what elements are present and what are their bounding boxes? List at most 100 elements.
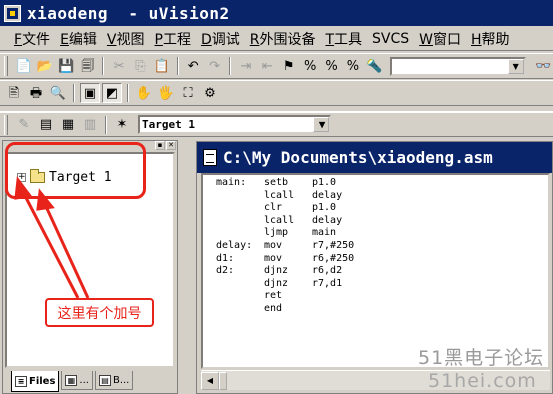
binoculars-icon[interactable]: 👓: [534, 56, 553, 76]
bookmark-toggle-icon[interactable]: ⚑: [279, 56, 298, 76]
code-label: delay:: [216, 239, 253, 251]
copy-icon[interactable]: ⎘: [131, 56, 150, 76]
file-toolbar: 📄 📂 💾 🗐 ✂ ⎘ 📋 ↶ ↷ ⇥ ⇤ ⚑ % % % 🔦 ▼ 👓: [0, 53, 553, 79]
code-mnemonic: lcall: [264, 189, 295, 201]
redo-icon[interactable]: ↷: [205, 56, 224, 76]
indent-icon[interactable]: ⇥: [236, 56, 255, 76]
code-line: lcall delay: [216, 215, 548, 228]
uvision-app-icon[interactable]: [4, 4, 21, 22]
project-window-icon[interactable]: ▣: [80, 83, 100, 103]
menu-debug[interactable]: D调试: [199, 28, 242, 50]
translate-icon[interactable]: ✎: [14, 115, 34, 135]
code-operands: main: [312, 227, 337, 239]
window-title: xiaodeng - uVision2: [27, 3, 230, 23]
code-line: end: [216, 303, 548, 316]
code-line: d2: djnz r6,d2: [216, 265, 548, 278]
build-target-icon[interactable]: ▤: [36, 115, 56, 135]
toolbar-separator: [102, 57, 105, 75]
print-preview-icon[interactable]: 🖹: [4, 83, 24, 103]
code-operands: p1.0: [312, 202, 337, 214]
code-line: clr p1.0: [216, 202, 548, 215]
cut-icon[interactable]: ✂: [109, 56, 128, 76]
code-mnemonic: clr: [264, 202, 283, 214]
find-combobox[interactable]: ▼: [389, 56, 526, 76]
config-icon[interactable]: ⚙: [200, 83, 220, 103]
open-file-icon[interactable]: 📂: [35, 56, 54, 76]
menu-view[interactable]: V视图: [105, 28, 147, 50]
stop-build-icon[interactable]: ▥: [80, 115, 100, 135]
menu-window[interactable]: W窗口: [417, 28, 463, 50]
code-line: main: setb p1.0: [216, 177, 548, 190]
code-mnemonic: end: [264, 302, 283, 314]
menu-edit[interactable]: E编辑: [58, 28, 99, 50]
code-label: main:: [216, 177, 247, 188]
chevron-down-icon[interactable]: ▼: [507, 58, 524, 74]
scroll-thumb[interactable]: [219, 371, 227, 390]
menu-tools[interactable]: T工具: [323, 28, 364, 50]
paste-icon[interactable]: 📋: [152, 56, 171, 76]
target-select-value: Target 1: [142, 118, 195, 131]
code-label: d1:: [216, 252, 235, 264]
bookmark-next-icon[interactable]: %: [300, 56, 319, 76]
target-select[interactable]: Target 1 ▼: [138, 115, 331, 134]
files-tab-icon: ≡: [15, 375, 27, 387]
toolbar-separator: [105, 115, 107, 134]
toolbar-separator: [176, 57, 179, 75]
books-tab-icon: ▤: [98, 374, 111, 386]
menu-svcs[interactable]: SVCS: [370, 30, 411, 48]
code-operands: p1.0: [312, 177, 337, 188]
toolbar-separator: [73, 84, 75, 102]
find-icon[interactable]: 🔍: [48, 83, 68, 103]
save-all-icon[interactable]: 🗐: [78, 56, 97, 76]
code-operands: delay: [312, 214, 343, 226]
code-mnemonic: djnz: [264, 265, 289, 277]
debug-stop-icon[interactable]: 🖐: [156, 83, 176, 103]
tab-registers[interactable]: ▦ ...: [61, 371, 93, 390]
save-icon[interactable]: 💾: [57, 56, 76, 76]
bookmark-clear-icon[interactable]: %: [343, 56, 362, 76]
scroll-left-icon[interactable]: ◀: [201, 371, 219, 390]
output-window-icon[interactable]: ◩: [102, 83, 122, 103]
build-toolbar: ✎ ▤ ▦ ▥ ✶ Target 1 ▼: [0, 111, 553, 137]
watermark-site-url: 51hei.com: [428, 370, 537, 392]
editor-title: C:\My Documents\xiaodeng.asm: [223, 148, 493, 167]
menu-peripherals[interactable]: R外围设备: [248, 28, 318, 50]
code-line: ret: [216, 290, 548, 303]
code-mnemonic: djnz: [264, 277, 289, 289]
tab-books[interactable]: ▤ B...: [94, 371, 134, 390]
find-in-files-icon[interactable]: 🔦: [365, 56, 384, 76]
pane-restore-icon[interactable]: ▪: [155, 141, 165, 150]
bookmark-prev-icon[interactable]: %: [322, 56, 341, 76]
menu-file[interactable]: F文件: [12, 28, 52, 50]
toolbar-grip[interactable]: [4, 56, 8, 76]
rebuild-all-icon[interactable]: ▦: [58, 115, 78, 135]
title-bar: xiaodeng - uVision2: [0, 0, 553, 26]
menu-project[interactable]: P工程: [153, 28, 193, 50]
code-editor[interactable]: main: setb p1.0 lcall delay clr p1.0 lcall delay…: [201, 173, 550, 369]
code-line: djnz r7,d1: [216, 278, 548, 291]
code-operands: r6,#250: [312, 252, 355, 264]
undo-icon[interactable]: ↶: [184, 56, 203, 76]
code-mnemonic: setb: [264, 177, 289, 188]
new-file-icon[interactable]: 📄: [14, 56, 33, 76]
code-mnemonic: mov: [264, 252, 283, 264]
menu-help[interactable]: H帮助: [469, 28, 512, 50]
target-options-icon[interactable]: ✶: [112, 115, 132, 135]
registers-tab-icon: ▦: [65, 374, 78, 386]
pane-close-icon[interactable]: ✕: [166, 141, 176, 150]
code-operands: delay: [312, 189, 343, 201]
breakpoint-icon[interactable]: ⛶: [178, 83, 198, 103]
code-line: ljmp main: [216, 227, 548, 240]
chevron-down-icon[interactable]: ▼: [313, 117, 329, 132]
print-icon[interactable]: 🖶: [26, 83, 46, 103]
code-operands: r6,d2: [312, 265, 343, 277]
unindent-icon[interactable]: ⇤: [258, 56, 277, 76]
toolbar-grip[interactable]: [4, 114, 8, 135]
code-label: d2:: [216, 265, 235, 277]
workspace-tabs: ≡ Files ▦ ... ▤ B...: [3, 371, 177, 393]
toolbar-separator: [229, 57, 232, 75]
code-mnemonic: lcall: [264, 214, 295, 226]
hand-icon[interactable]: ✋: [134, 83, 154, 103]
highlight-box: [5, 142, 146, 199]
tab-files[interactable]: ≡ Files: [11, 371, 60, 392]
